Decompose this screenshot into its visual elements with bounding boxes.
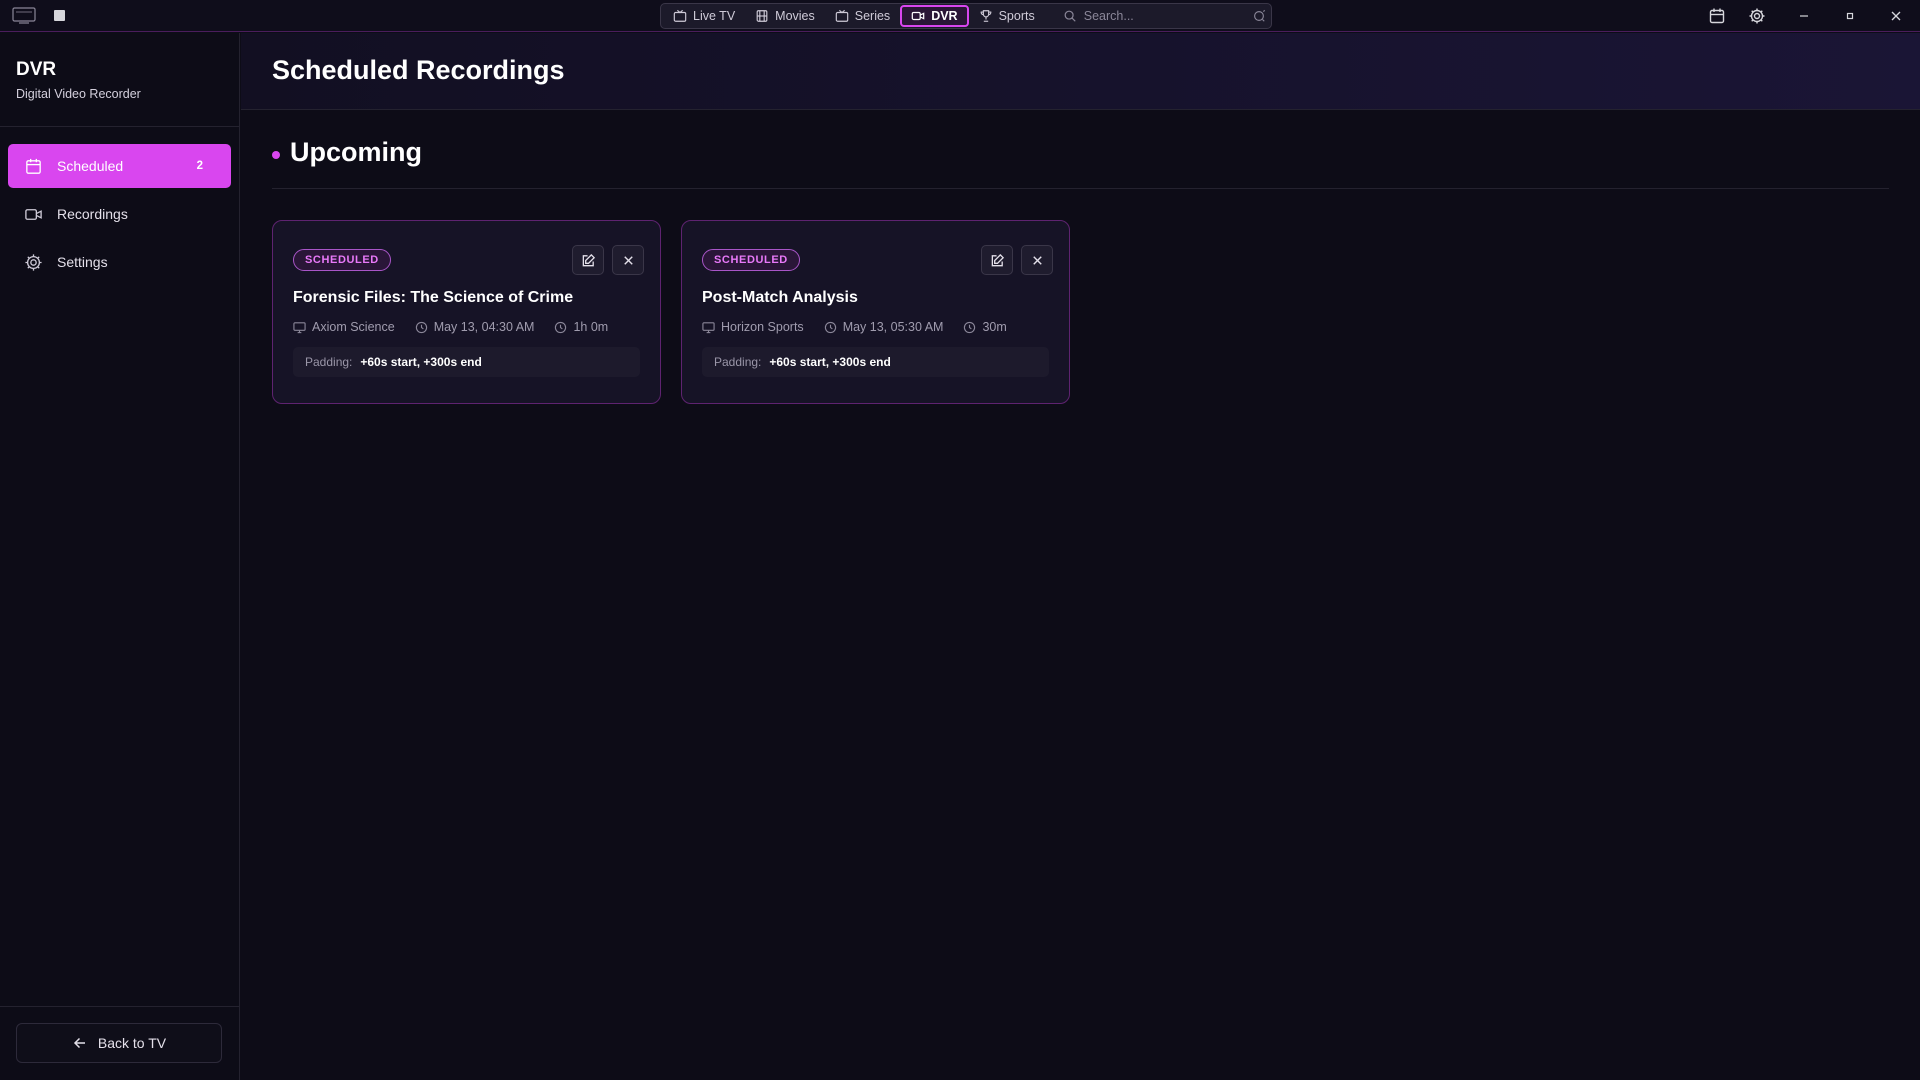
- close-icon: [1032, 255, 1042, 265]
- page-title: Scheduled Recordings: [272, 55, 565, 85]
- title-bar: Live TV Movies Series DVR Sports: [0, 0, 1920, 32]
- edit-button[interactable]: [981, 245, 1013, 275]
- trophy-icon: [980, 10, 991, 22]
- tv-icon: [835, 9, 849, 22]
- delete-button[interactable]: [1021, 245, 1053, 275]
- channel-name: Horizon Sports: [721, 320, 804, 334]
- tv-icon: [673, 9, 687, 22]
- close-icon[interactable]: [1886, 6, 1906, 26]
- recording-title: Forensic Files: The Science of Crime: [293, 289, 574, 306]
- maximize-icon[interactable]: [1840, 6, 1860, 26]
- main-content: Scheduled Recordings Upcoming SCHEDULED …: [241, 33, 1920, 1080]
- edit-button[interactable]: [572, 245, 604, 275]
- recording-duration: 1h 0m: [573, 320, 609, 334]
- clock-icon: [824, 321, 836, 333]
- back-button-label: Back to TV: [97, 1035, 167, 1051]
- gear-icon[interactable]: [1747, 6, 1767, 26]
- top-nav: Live TV Movies Series DVR Sports: [660, 3, 1272, 29]
- back-to-tv-button[interactable]: Back to TV: [16, 1023, 222, 1063]
- recording-meta: Horizon Sports May 13, 05:30 AM 30m: [702, 320, 1049, 334]
- sidebar-item-label: Settings: [57, 254, 108, 270]
- status-badge: SCHEDULED: [293, 249, 391, 271]
- sidebar-nav: Scheduled 2 Recordings Settings: [0, 127, 239, 284]
- card-header: SCHEDULED: [702, 245, 1053, 275]
- minimize-icon[interactable]: [1794, 6, 1814, 26]
- section-header: Upcoming: [272, 137, 1889, 189]
- recording-card: SCHEDULED Post-Match Analysis Horizon Sp…: [681, 220, 1070, 404]
- calendar-icon[interactable]: [1707, 6, 1727, 26]
- clock-icon: [415, 321, 427, 333]
- search-input[interactable]: [1083, 9, 1245, 23]
- tab-label: Sports: [998, 9, 1035, 23]
- recording-datetime: May 13, 04:30 AM: [433, 320, 535, 334]
- recording-list: SCHEDULED Forensic Files: The Science of…: [272, 220, 1070, 404]
- padding-label: Padding:: [305, 355, 353, 369]
- calendar-icon: [26, 158, 41, 174]
- tab-label: Series: [854, 9, 891, 23]
- sidebar-footer: Back to TV: [0, 1006, 239, 1080]
- clock-icon: [964, 321, 976, 333]
- arrow-left-icon: [73, 1037, 85, 1049]
- recording-meta: Axiom Science May 13, 04:30 AM 1h 0m: [293, 320, 640, 334]
- padding-info: Padding: +60s start, +300s end: [293, 347, 640, 377]
- sidebar-item-recordings[interactable]: Recordings: [8, 192, 231, 236]
- recording-title: Post-Match Analysis: [702, 289, 858, 306]
- card-header: SCHEDULED: [293, 245, 644, 275]
- tab-sports[interactable]: Sports: [969, 5, 1045, 27]
- app-menu-icon[interactable]: [54, 10, 65, 21]
- section-dot: [272, 151, 280, 159]
- recording-card: SCHEDULED Forensic Files: The Science of…: [272, 220, 661, 404]
- tab-label: DVR: [931, 9, 958, 23]
- tab-series[interactable]: Series: [825, 5, 900, 27]
- tab-label: Movies: [775, 9, 815, 23]
- card-actions: [572, 245, 644, 275]
- padding-info: Padding: +60s start, +300s end: [702, 347, 1049, 377]
- card-actions: [981, 245, 1053, 275]
- sidebar-subtitle: Digital Video Recorder: [16, 87, 141, 101]
- page-header: Scheduled Recordings: [241, 33, 1920, 110]
- search-box: [1057, 5, 1272, 27]
- clock-icon: [555, 321, 567, 333]
- video-icon: [25, 208, 42, 220]
- status-badge: SCHEDULED: [702, 249, 800, 271]
- sidebar: DVR Digital Video Recorder Scheduled 2 R…: [0, 33, 240, 1080]
- edit-icon: [991, 253, 1004, 266]
- close-icon: [623, 255, 633, 265]
- monitor-icon: [702, 321, 715, 333]
- count-badge: 2: [196, 160, 203, 172]
- padding-value: +60s start, +300s end: [769, 355, 891, 369]
- gear-icon: [25, 253, 42, 271]
- search-icon: [1064, 10, 1076, 22]
- tab-label: Live TV: [693, 9, 736, 23]
- channel-name: Axiom Science: [312, 320, 395, 334]
- sidebar-title: DVR: [16, 59, 57, 80]
- tab-dvr[interactable]: DVR: [900, 5, 969, 27]
- recording-datetime: May 13, 05:30 AM: [842, 320, 944, 334]
- edit-icon: [582, 253, 595, 266]
- delete-button[interactable]: [612, 245, 644, 275]
- tab-live-tv[interactable]: Live TV: [663, 5, 745, 27]
- sidebar-item-scheduled[interactable]: Scheduled 2: [8, 144, 231, 188]
- voice-search-icon[interactable]: [1252, 9, 1266, 23]
- video-icon: [911, 11, 925, 21]
- recording-duration: 30m: [982, 320, 1007, 334]
- film-icon: [756, 10, 768, 22]
- padding-value: +60s start, +300s end: [360, 355, 482, 369]
- sidebar-header: DVR Digital Video Recorder: [0, 33, 239, 127]
- monitor-icon: [293, 321, 306, 333]
- app-logo-icon: [12, 6, 36, 24]
- tab-movies[interactable]: Movies: [745, 5, 825, 27]
- padding-label: Padding:: [714, 355, 762, 369]
- section-title: Upcoming: [290, 137, 422, 167]
- sidebar-item-label: Scheduled: [57, 158, 124, 174]
- sidebar-item-settings[interactable]: Settings: [8, 240, 231, 284]
- sidebar-item-label: Recordings: [57, 206, 128, 222]
